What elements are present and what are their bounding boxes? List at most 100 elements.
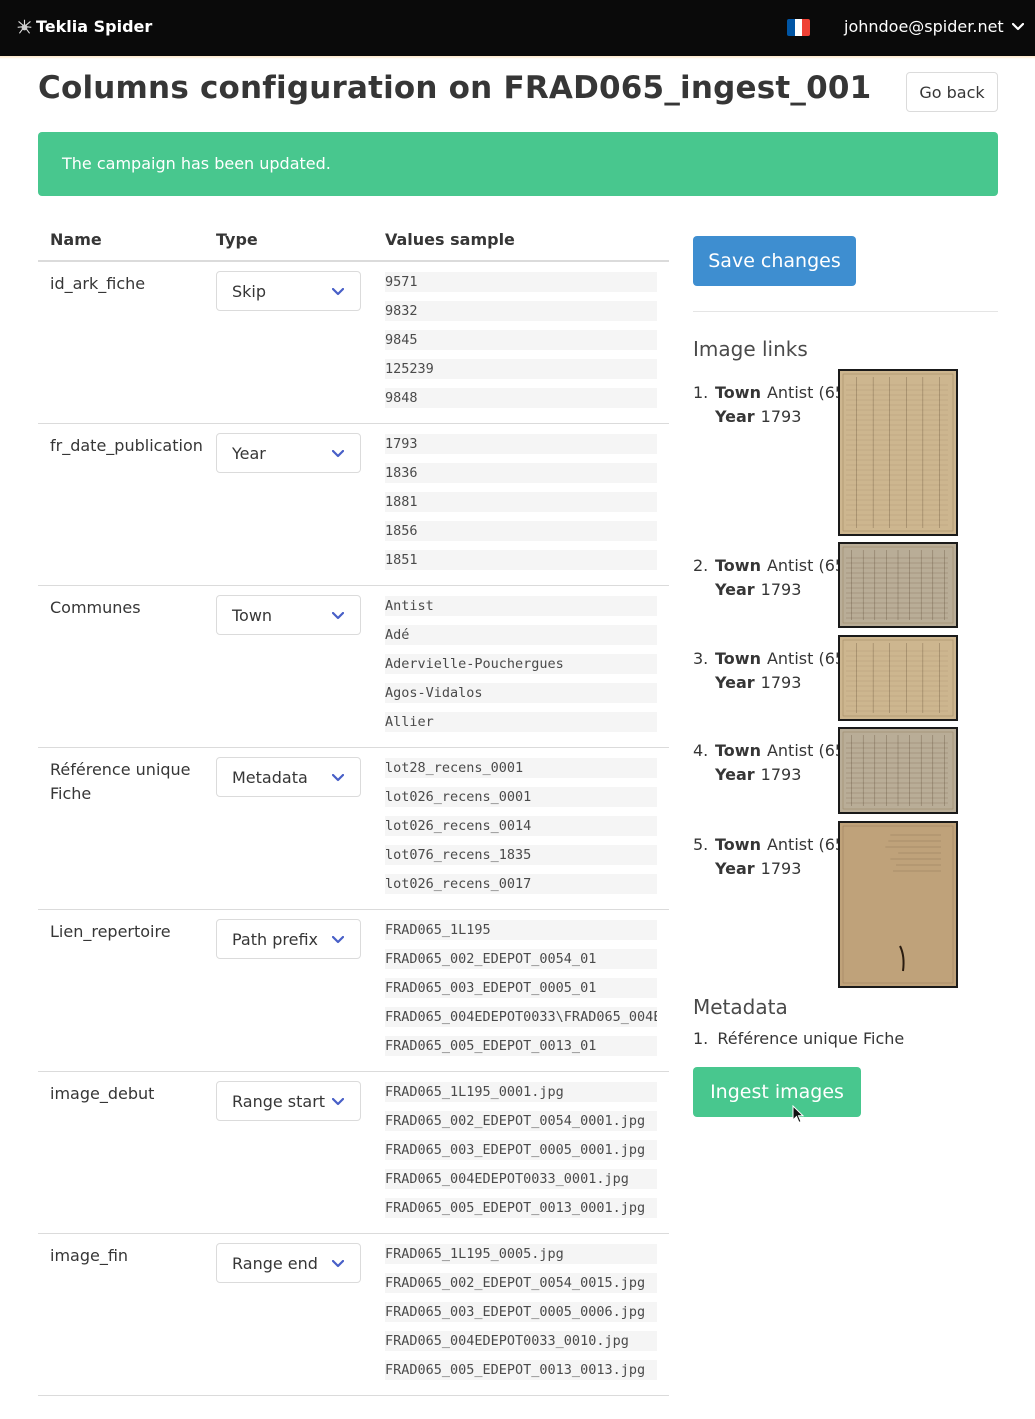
town-label: Town (715, 835, 761, 854)
page-title: Columns configuration on FRAD065_ingest_… (38, 70, 871, 106)
flag-stripe-blue (787, 19, 795, 36)
save-changes-button[interactable]: Save changes (693, 236, 856, 286)
values-sample-list: FRAD065_1L195_0001.jpg FRAD065_002_EDEPOT… (385, 1082, 657, 1227)
type-select-value: Town (232, 606, 272, 625)
column-name: image_fin (50, 1244, 200, 1268)
success-notification: The campaign has been updated. (38, 132, 998, 196)
values-sample-list: FRAD065_1L195 FRAD065_002_EDEPOT_0054_01 F… (385, 920, 657, 1065)
sample-value: 9832 (385, 301, 657, 321)
sample-value: FRAD065_003_EDEPOT_0005_0006.jpg (385, 1302, 657, 1322)
sample-value: Agos-Vidalos (385, 683, 657, 703)
ingest-images-button[interactable]: Ingest images (693, 1067, 861, 1117)
sample-value: FRAD065_005_EDEPOT_0013_0001.jpg (385, 1198, 657, 1218)
sample-value: FRAD065_003_EDEPOT_0005_01 (385, 978, 657, 998)
year-value: 1793 (761, 765, 802, 784)
user-email: johndoe@spider.net (844, 17, 1004, 36)
type-select[interactable]: Year (216, 433, 361, 473)
year-label: Year (715, 859, 755, 878)
type-select-value: Metadata (232, 768, 308, 787)
type-select[interactable]: Metadata (216, 757, 361, 797)
column-name: id_ark_fiche (50, 272, 200, 296)
sample-value: 1836 (385, 463, 657, 483)
image-thumbnail[interactable] (838, 635, 958, 721)
town-label: Town (715, 741, 761, 760)
column-header-type: Type (216, 230, 258, 249)
sample-value: lot28_recens_0001 (385, 758, 657, 778)
image-link-fields: Town Antist (65) Year 1793 (715, 647, 851, 695)
chevron-down-icon (332, 450, 344, 458)
type-select[interactable]: Town (216, 595, 361, 635)
image-link-number: 2. (693, 554, 708, 578)
type-select[interactable]: Range start (216, 1081, 361, 1121)
chevron-down-icon (332, 288, 344, 296)
column-header-values: Values sample (385, 230, 515, 249)
image-link-fields: Town Antist (65) Year 1793 (715, 554, 851, 602)
navbar-accent-line (0, 56, 1035, 59)
type-select-value: Range start (232, 1092, 325, 1111)
sample-value: Allier (385, 712, 657, 732)
row-divider (38, 1395, 669, 1396)
year-label: Year (715, 580, 755, 599)
column-header-name: Name (50, 230, 102, 249)
flag-stripe-white (795, 19, 803, 36)
image-link-number: 3. (693, 647, 708, 671)
french-flag-icon[interactable] (787, 19, 810, 36)
image-link-number: 1. (693, 381, 708, 405)
chevron-down-icon (332, 1098, 344, 1106)
column-name: Communes (50, 596, 200, 620)
metadata-item-number: 1. (693, 1029, 708, 1048)
type-select-value: Year (232, 444, 266, 463)
sample-value: FRAD065_004EDEPOT0033\FRAD065_004EDEPOT0… (385, 1007, 657, 1027)
town-label: Town (715, 383, 761, 402)
image-link-number: 4. (693, 739, 708, 763)
type-select-value: Range end (232, 1254, 318, 1273)
table-row: image_debut Range start FRAD065_1L195_00… (38, 1072, 669, 1234)
table-row: Référence unique Fiche Metadata lot28_re… (38, 748, 669, 910)
type-select[interactable]: Skip (216, 271, 361, 311)
go-back-button[interactable]: Go back (906, 72, 998, 112)
sample-value: lot076_recens_1835 (385, 845, 657, 865)
brand-link[interactable]: Teklia Spider (16, 17, 152, 36)
year-label: Year (715, 765, 755, 784)
year-value: 1793 (761, 859, 802, 878)
sample-value: FRAD065_002_EDEPOT_0054_0001.jpg (385, 1111, 657, 1131)
type-select-value: Skip (232, 282, 266, 301)
mouse-cursor-icon (792, 1105, 806, 1125)
type-select[interactable]: Range end (216, 1243, 361, 1283)
table-row: Communes Town Antist Adé Adervielle-Pouche… (38, 586, 669, 748)
chevron-down-icon (1012, 23, 1024, 31)
town-label: Town (715, 649, 761, 668)
metadata-item-label: Référence unique Fiche (717, 1029, 904, 1048)
type-select[interactable]: Path prefix (216, 919, 361, 959)
chevron-down-icon (332, 774, 344, 782)
image-link-fields: Town Antist (65) Year 1793 (715, 381, 851, 429)
sample-value: FRAD065_005_EDEPOT_0013_0013.jpg (385, 1360, 657, 1380)
metadata-title: Metadata (693, 995, 788, 1019)
column-name: Lien_repertoire (50, 920, 200, 944)
values-sample-list: 9571 9832 9845 125239 9848 (385, 272, 657, 417)
year-value: 1793 (761, 580, 802, 599)
user-menu[interactable]: johndoe@spider.net (844, 17, 1024, 36)
sample-value: FRAD065_1L195 (385, 920, 657, 940)
image-links-title: Image links (693, 337, 808, 361)
sample-value: FRAD065_002_EDEPOT_0054_01 (385, 949, 657, 969)
column-name: image_debut (50, 1082, 200, 1106)
values-sample-list: 1793 1836 1881 1856 1851 (385, 434, 657, 579)
sidebar-divider (693, 311, 998, 312)
chevron-down-icon (332, 612, 344, 620)
image-thumbnail[interactable] (838, 821, 958, 988)
sample-value: Adé (385, 625, 657, 645)
image-link-number: 5. (693, 833, 708, 857)
sample-value: 1851 (385, 550, 657, 570)
sample-value: 1793 (385, 434, 657, 454)
image-thumbnail[interactable] (838, 727, 958, 814)
image-thumbnail[interactable] (838, 542, 958, 628)
year-label: Year (715, 673, 755, 692)
table-row: Lien_repertoire Path prefix FRAD065_1L19… (38, 910, 669, 1072)
column-name: Référence unique Fiche (50, 758, 200, 806)
table-row: fr_date_publication Year 1793 1836 1881 185… (38, 424, 669, 586)
image-thumbnail[interactable] (838, 369, 958, 536)
sample-value: FRAD065_003_EDEPOT_0005_0001.jpg (385, 1140, 657, 1160)
spider-icon (16, 18, 33, 35)
sample-value: lot026_recens_0017 (385, 874, 657, 894)
